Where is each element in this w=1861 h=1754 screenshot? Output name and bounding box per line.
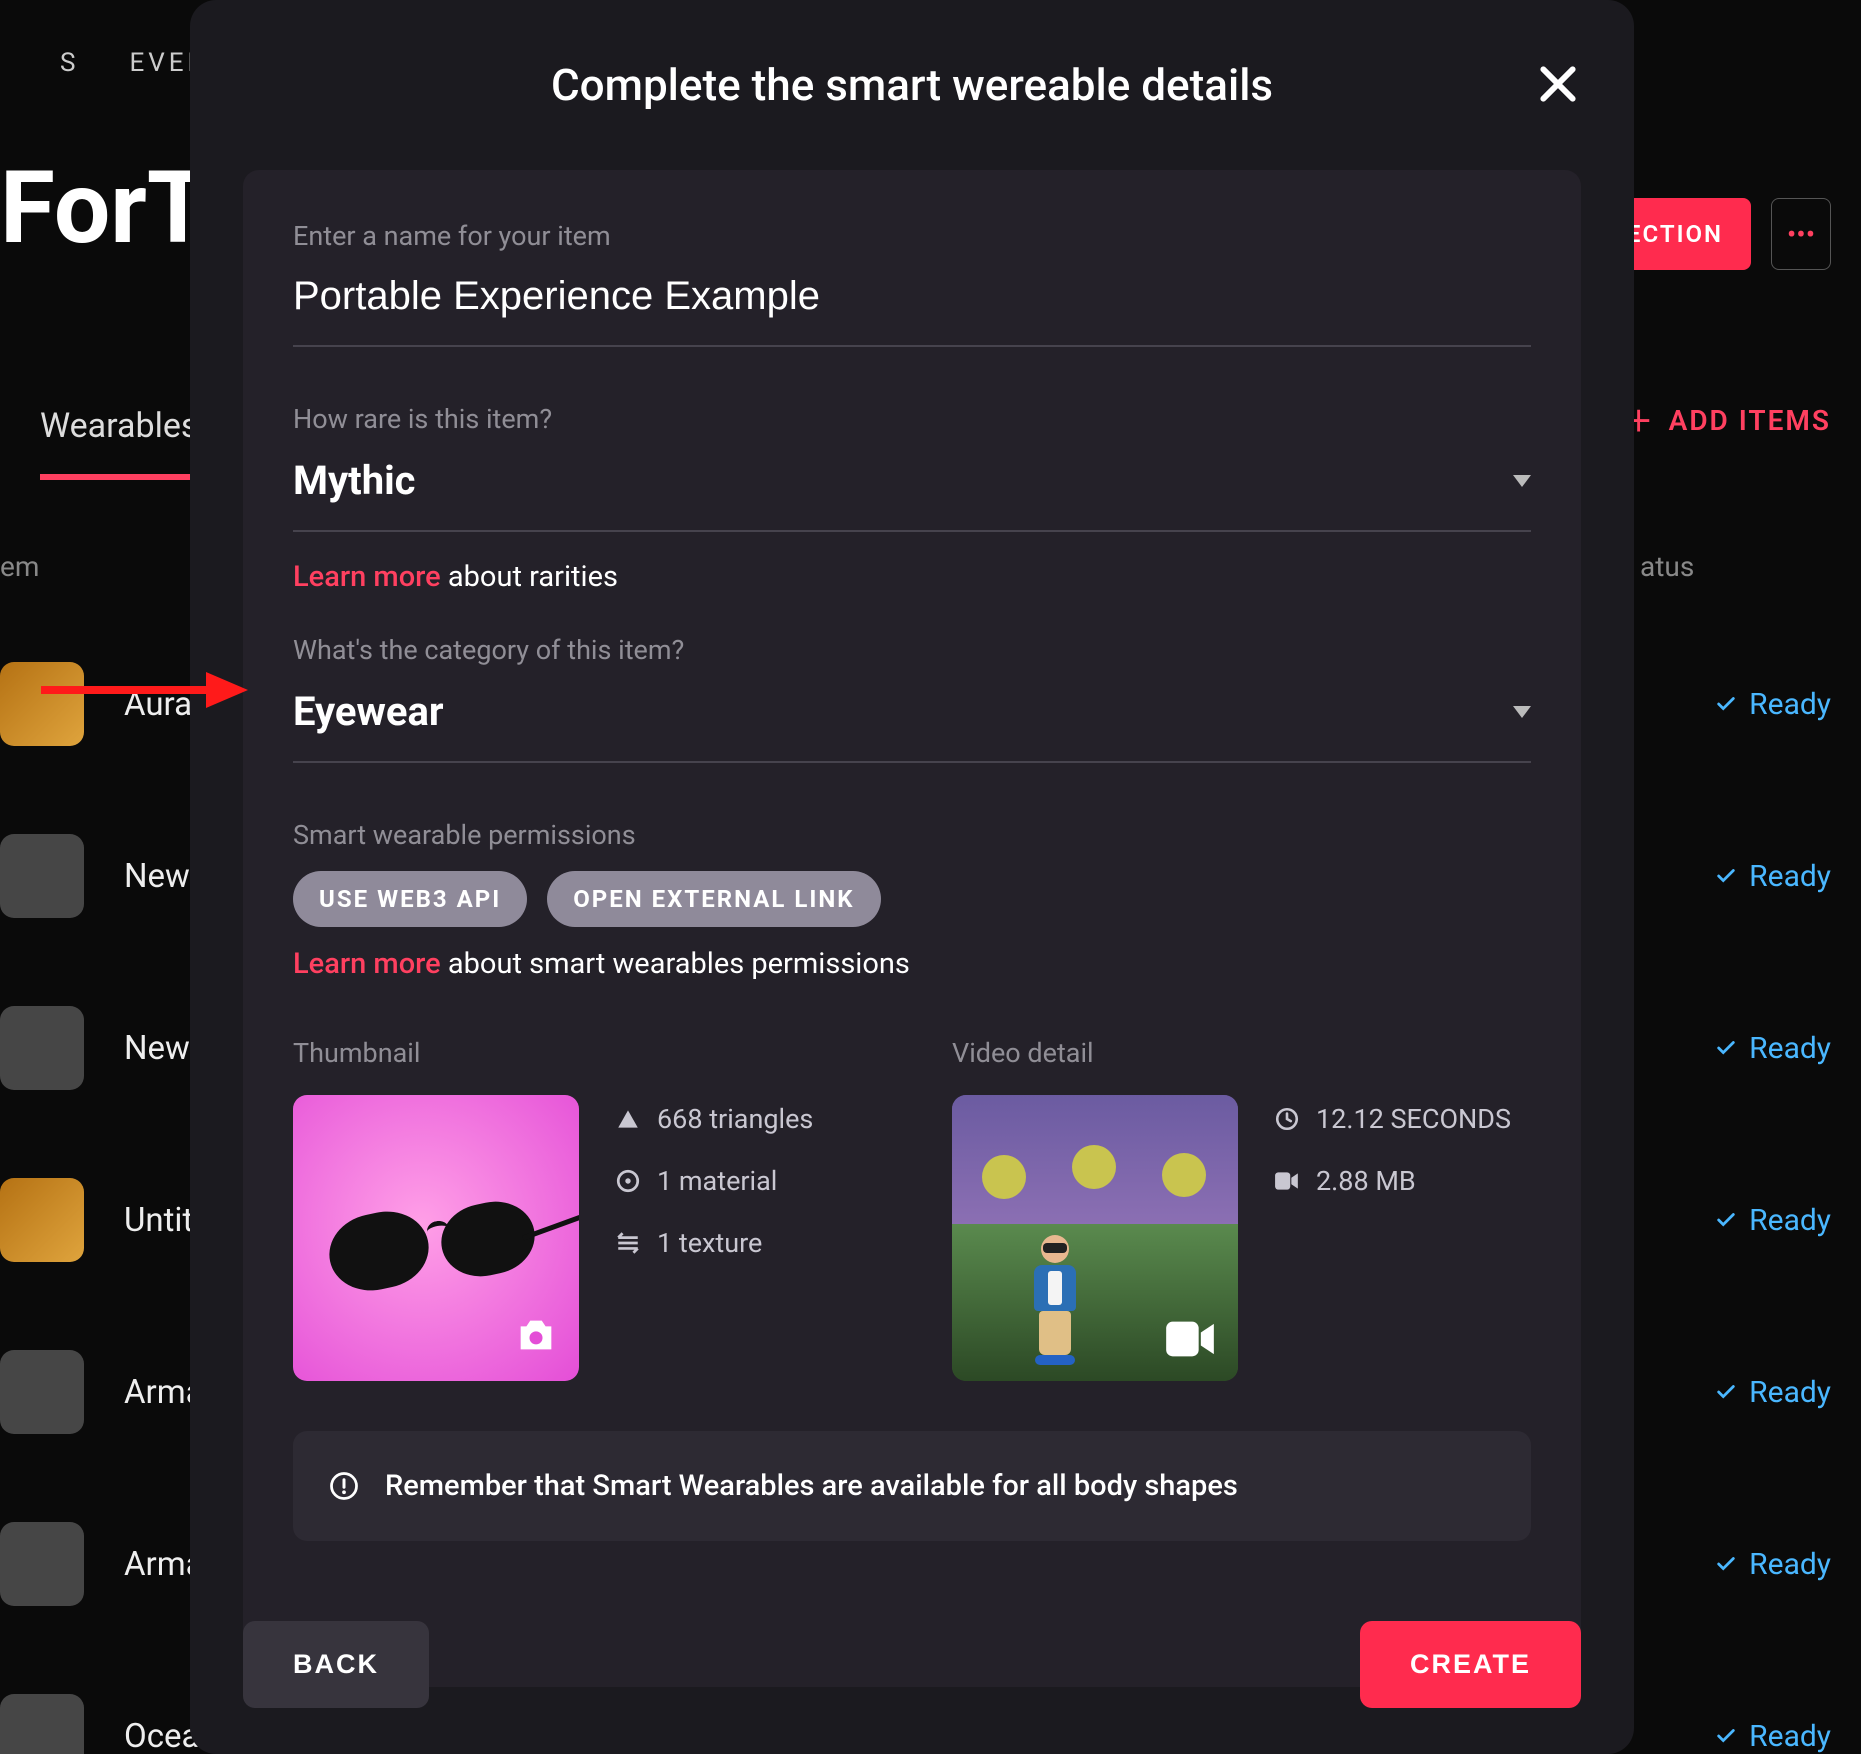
modal-header: Complete the smart wereable details bbox=[190, 0, 1634, 170]
avatar-icon bbox=[1030, 1235, 1080, 1361]
category-select[interactable]: Eyewear bbox=[293, 676, 1531, 763]
status-ready: Ready bbox=[1715, 1547, 1831, 1582]
rarity-value: Mythic bbox=[293, 457, 416, 504]
item-thumb bbox=[0, 1006, 84, 1090]
thumbnail-preview[interactable] bbox=[293, 1095, 579, 1381]
item-thumb bbox=[0, 1178, 84, 1262]
info-icon bbox=[329, 1471, 359, 1501]
category-label: What's the category of this item? bbox=[293, 634, 1531, 666]
add-items-label: ADD ITEMS bbox=[1669, 404, 1831, 437]
item-name: New bbox=[124, 1029, 190, 1068]
permission-chips: USE WEB3 API OPEN EXTERNAL LINK bbox=[293, 871, 1531, 927]
sunglasses-icon bbox=[323, 1165, 557, 1325]
status-ready: Ready bbox=[1715, 1031, 1831, 1066]
stat-materials: 1 material bbox=[615, 1165, 813, 1197]
item-name: Ocea bbox=[124, 1717, 199, 1754]
close-icon bbox=[1536, 62, 1580, 106]
texture-icon bbox=[615, 1230, 641, 1256]
chevron-down-icon bbox=[1513, 475, 1531, 487]
video-column: Video detail bbox=[952, 1037, 1531, 1381]
modal-title: Complete the smart wereable details bbox=[551, 59, 1273, 111]
thumbnail-heading: Thumbnail bbox=[293, 1037, 872, 1069]
category-value: Eyewear bbox=[293, 688, 444, 735]
notice-text: Remember that Smart Wearables are availa… bbox=[385, 1469, 1238, 1503]
media-section: Thumbnail 668 triangles bbox=[293, 1037, 1531, 1381]
table-col-status: atus bbox=[1640, 550, 1694, 583]
item-thumb bbox=[0, 1694, 84, 1754]
rarities-text: about rarities bbox=[441, 560, 618, 594]
chevron-down-icon bbox=[1513, 706, 1531, 718]
create-button[interactable]: CREATE bbox=[1360, 1621, 1581, 1708]
name-label: Enter a name for your item bbox=[293, 220, 1531, 252]
rarity-label: How rare is this item? bbox=[293, 403, 1531, 435]
info-notice: Remember that Smart Wearables are availa… bbox=[293, 1431, 1531, 1541]
stat-duration: 12.12 SECONDS bbox=[1274, 1103, 1511, 1135]
status-ready: Ready bbox=[1715, 687, 1831, 722]
stat-filesize: 2.88 MB bbox=[1274, 1165, 1511, 1197]
triangle-icon bbox=[615, 1106, 641, 1132]
status-ready: Ready bbox=[1715, 1719, 1831, 1754]
permissions-text: about smart wearables permissions bbox=[441, 947, 910, 981]
clock-icon bbox=[1274, 1106, 1300, 1132]
learn-more-rarities-link[interactable]: Learn more bbox=[293, 560, 441, 594]
perm-chip-web3[interactable]: USE WEB3 API bbox=[293, 871, 527, 927]
close-button[interactable] bbox=[1536, 62, 1580, 106]
more-button[interactable]: ••• bbox=[1771, 198, 1831, 270]
video-stats: 12.12 SECONDS 2.88 MB bbox=[1274, 1095, 1511, 1381]
camera-icon bbox=[513, 1313, 559, 1359]
item-thumb bbox=[0, 662, 84, 746]
item-thumb bbox=[0, 834, 84, 918]
video-solid-icon bbox=[1274, 1168, 1300, 1194]
permissions-label: Smart wearable permissions bbox=[293, 819, 1531, 851]
status-ready: Ready bbox=[1715, 1203, 1831, 1238]
material-icon bbox=[615, 1168, 641, 1194]
item-name: Untit bbox=[124, 1201, 193, 1240]
table-col-item: em bbox=[0, 550, 39, 583]
modal-body: Enter a name for your item How rare is t… bbox=[243, 170, 1581, 1687]
stat-textures: 1 texture bbox=[615, 1227, 813, 1259]
add-items-button[interactable]: ＋ ADD ITEMS bbox=[1625, 400, 1831, 440]
video-heading: Video detail bbox=[952, 1037, 1531, 1069]
status-ready: Ready bbox=[1715, 1375, 1831, 1410]
perm-chip-external[interactable]: OPEN EXTERNAL LINK bbox=[547, 871, 880, 927]
video-preview[interactable] bbox=[952, 1095, 1238, 1381]
status-ready: Ready bbox=[1715, 859, 1831, 894]
item-thumb bbox=[0, 1522, 84, 1606]
stat-triangles: 668 triangles bbox=[615, 1103, 813, 1135]
modal-footer: BACK CREATE bbox=[243, 1621, 1581, 1708]
rarity-select[interactable]: Mythic bbox=[293, 445, 1531, 532]
tab-wearables[interactable]: Wearables bbox=[40, 406, 198, 480]
learn-more-permissions-link[interactable]: Learn more bbox=[293, 947, 441, 981]
item-thumb bbox=[0, 1350, 84, 1434]
thumbnail-column: Thumbnail 668 triangles bbox=[293, 1037, 872, 1381]
thumbnail-stats: 668 triangles 1 material 1 texture bbox=[615, 1095, 813, 1381]
nav-item[interactable]: S bbox=[60, 48, 79, 78]
video-icon bbox=[1164, 1319, 1216, 1359]
details-modal: Complete the smart wereable details Ente… bbox=[190, 0, 1634, 1754]
back-button[interactable]: BACK bbox=[243, 1621, 429, 1708]
item-name: New bbox=[124, 857, 190, 896]
item-name-input[interactable] bbox=[293, 262, 1531, 347]
item-name: Aura bbox=[124, 685, 192, 724]
